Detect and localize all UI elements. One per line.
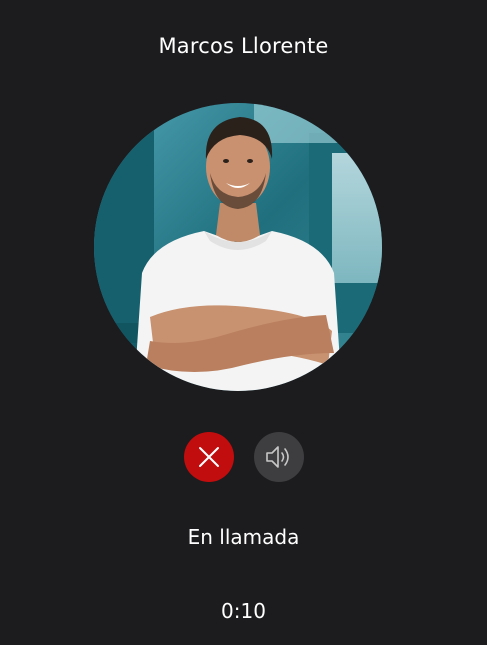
call-screen: Marcos Llorente En llamada 0:10	[0, 0, 487, 645]
caller-name: Marcos Llorente	[158, 34, 329, 58]
call-timer: 0:10	[221, 599, 266, 623]
hangup-button[interactable]	[183, 432, 234, 482]
speaker-button[interactable]	[253, 432, 304, 482]
close-icon	[198, 447, 219, 467]
avatar-photo	[94, 103, 382, 391]
caller-avatar	[94, 103, 382, 391]
speaker-icon	[265, 446, 289, 468]
call-status: En llamada	[187, 525, 300, 549]
call-controls	[0, 432, 487, 482]
